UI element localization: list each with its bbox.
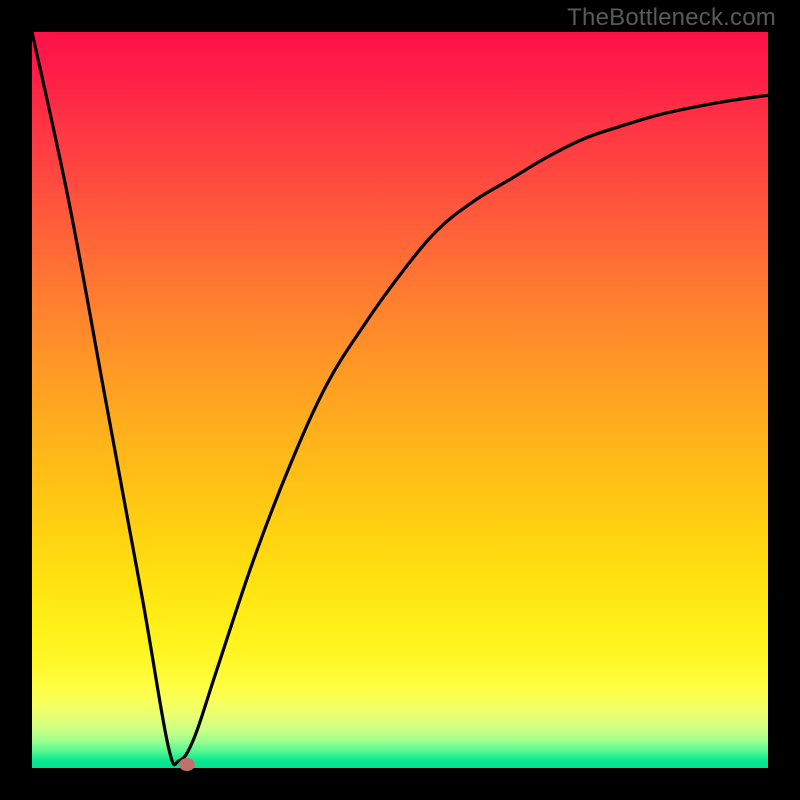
optimal-point-marker	[179, 758, 195, 771]
bottleneck-curve	[32, 32, 768, 768]
watermark-text: TheBottleneck.com	[567, 4, 776, 32]
chart-frame: TheBottleneck.com	[0, 0, 800, 800]
